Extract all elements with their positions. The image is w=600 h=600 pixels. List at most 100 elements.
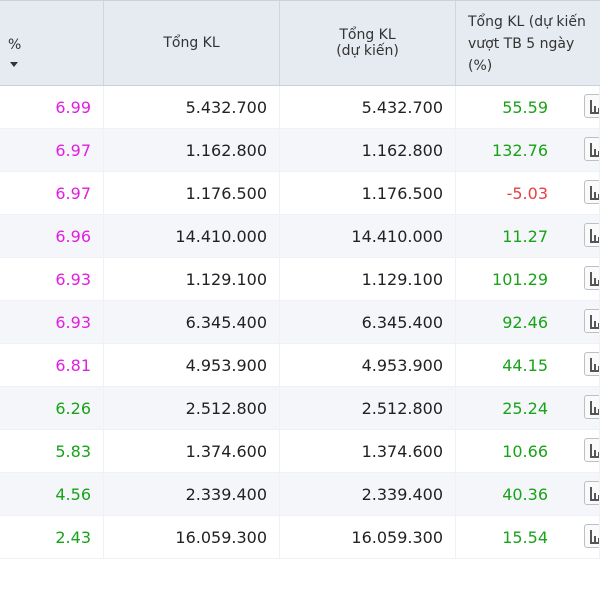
total-volume-cell: 4.953.900	[104, 344, 280, 386]
change-percent-cell: 6.96	[0, 215, 104, 257]
expected-volume-cell: 1.374.600	[280, 430, 456, 472]
expected-volume-cell: 5.432.700	[280, 86, 456, 128]
header-change-percent[interactable]: %	[0, 1, 104, 85]
bar-chart-icon[interactable]	[584, 309, 599, 333]
change-percent-cell: 6.81	[0, 344, 104, 386]
change-percent-value: 6.93	[55, 312, 91, 332]
change-percent-value: 6.97	[55, 183, 91, 203]
change-percent-cell: 4.56	[0, 473, 104, 515]
total-volume-value: 2.339.400	[185, 484, 267, 504]
over-avg-value: 25.24	[502, 398, 548, 418]
change-percent-value: 4.56	[55, 484, 91, 504]
over-avg-cell: 10.66	[456, 430, 600, 472]
bar-chart-icon[interactable]	[584, 94, 599, 118]
expected-volume-value: 1.374.600	[361, 441, 443, 461]
change-percent-cell: 2.43	[0, 516, 104, 558]
expected-volume-cell: 1.176.500	[280, 172, 456, 214]
over-avg-cell: 11.27	[456, 215, 600, 257]
total-volume-value: 5.432.700	[185, 97, 267, 117]
table-row[interactable]: 6.96 14.410.000 14.410.000 11.27	[0, 215, 600, 258]
table-row[interactable]: 6.93 1.129.100 1.129.100 101.29	[0, 258, 600, 301]
over-avg-cell: 92.46	[456, 301, 600, 343]
expected-volume-value: 2.339.400	[361, 484, 443, 504]
over-avg-cell: 40.36	[456, 473, 600, 515]
expected-volume-cell: 14.410.000	[280, 215, 456, 257]
table-row[interactable]: 4.56 2.339.400 2.339.400 40.36	[0, 473, 600, 516]
change-percent-value: 5.83	[55, 441, 91, 461]
expected-volume-value: 16.059.300	[351, 527, 443, 547]
table-row[interactable]: 6.97 1.162.800 1.162.800 132.76	[0, 129, 600, 172]
sort-desc-icon[interactable]	[10, 62, 18, 67]
change-percent-value: 6.99	[55, 97, 91, 117]
expected-volume-value: 6.345.400	[361, 312, 443, 332]
expected-volume-value: 1.162.800	[361, 140, 443, 160]
total-volume-value: 16.059.300	[175, 527, 267, 547]
expected-volume-value: 14.410.000	[351, 226, 443, 246]
over-avg-cell: 25.24	[456, 387, 600, 429]
total-volume-cell: 2.512.800	[104, 387, 280, 429]
table-row[interactable]: 6.99 5.432.700 5.432.700 55.59	[0, 86, 600, 129]
expected-volume-cell: 16.059.300	[280, 516, 456, 558]
over-avg-cell: 44.15	[456, 344, 600, 386]
bar-chart-icon[interactable]	[584, 137, 599, 161]
over-avg-cell: 55.59	[456, 86, 600, 128]
change-percent-cell: 6.97	[0, 129, 104, 171]
header-total-volume-label: Tổng KL	[163, 35, 220, 51]
over-avg-cell: -5.03	[456, 172, 600, 214]
bar-chart-icon[interactable]	[584, 438, 599, 462]
total-volume-value: 4.953.900	[185, 355, 267, 375]
table-row[interactable]: 6.81 4.953.900 4.953.900 44.15	[0, 344, 600, 387]
change-percent-value: 6.26	[55, 398, 91, 418]
table-row[interactable]: 6.97 1.176.500 1.176.500 -5.03	[0, 172, 600, 215]
over-avg-value: 92.46	[502, 312, 548, 332]
bar-chart-icon[interactable]	[584, 180, 599, 204]
over-avg-value: -5.03	[506, 183, 548, 203]
change-percent-value: 6.93	[55, 269, 91, 289]
expected-volume-value: 4.953.900	[361, 355, 443, 375]
total-volume-cell: 1.374.600	[104, 430, 280, 472]
total-volume-cell: 14.410.000	[104, 215, 280, 257]
change-percent-cell: 6.97	[0, 172, 104, 214]
change-percent-cell: 6.93	[0, 301, 104, 343]
total-volume-value: 6.345.400	[185, 312, 267, 332]
volume-table: % Tổng KL Tổng KL (dự kiến) Tổng KL (dự …	[0, 0, 600, 559]
over-avg-cell: 132.76	[456, 129, 600, 171]
expected-volume-cell: 2.512.800	[280, 387, 456, 429]
header-over-avg[interactable]: Tổng KL (dự kiến vượt TB 5 ngày (%)	[456, 1, 600, 85]
expected-volume-value: 2.512.800	[361, 398, 443, 418]
change-percent-cell: 6.93	[0, 258, 104, 300]
bar-chart-icon[interactable]	[584, 223, 599, 247]
table-body: 6.99 5.432.700 5.432.700 55.59 6.97 1.16…	[0, 86, 600, 559]
expected-volume-cell: 1.129.100	[280, 258, 456, 300]
bar-chart-icon[interactable]	[584, 266, 599, 290]
header-expected-volume-label: Tổng KL	[339, 27, 396, 43]
over-avg-value: 44.15	[502, 355, 548, 375]
change-percent-value: 6.97	[55, 140, 91, 160]
table-row[interactable]: 5.83 1.374.600 1.374.600 10.66	[0, 430, 600, 473]
change-percent-value: 6.96	[55, 226, 91, 246]
expected-volume-cell: 6.345.400	[280, 301, 456, 343]
header-total-volume[interactable]: Tổng KL	[104, 1, 280, 85]
expected-volume-value: 5.432.700	[361, 97, 443, 117]
bar-chart-icon[interactable]	[584, 352, 599, 376]
header-expected-volume[interactable]: Tổng KL (dự kiến)	[280, 1, 456, 85]
over-avg-cell: 101.29	[456, 258, 600, 300]
over-avg-value: 132.76	[492, 140, 548, 160]
table-row[interactable]: 6.93 6.345.400 6.345.400 92.46	[0, 301, 600, 344]
over-avg-value: 55.59	[502, 97, 548, 117]
table-header: % Tổng KL Tổng KL (dự kiến) Tổng KL (dự …	[0, 0, 600, 86]
total-volume-value: 14.410.000	[175, 226, 267, 246]
bar-chart-icon[interactable]	[584, 481, 599, 505]
total-volume-cell: 6.345.400	[104, 301, 280, 343]
over-avg-value: 10.66	[502, 441, 548, 461]
table-row[interactable]: 2.43 16.059.300 16.059.300 15.54	[0, 516, 600, 559]
total-volume-value: 1.129.100	[185, 269, 267, 289]
bar-chart-icon[interactable]	[584, 395, 599, 419]
table-row[interactable]: 6.26 2.512.800 2.512.800 25.24	[0, 387, 600, 430]
expected-volume-value: 1.129.100	[361, 269, 443, 289]
header-expected-volume-sublabel: (dự kiến)	[336, 43, 399, 59]
total-volume-cell: 16.059.300	[104, 516, 280, 558]
change-percent-value: 6.81	[55, 355, 91, 375]
bar-chart-icon[interactable]	[584, 524, 599, 548]
over-avg-value: 40.36	[502, 484, 548, 504]
